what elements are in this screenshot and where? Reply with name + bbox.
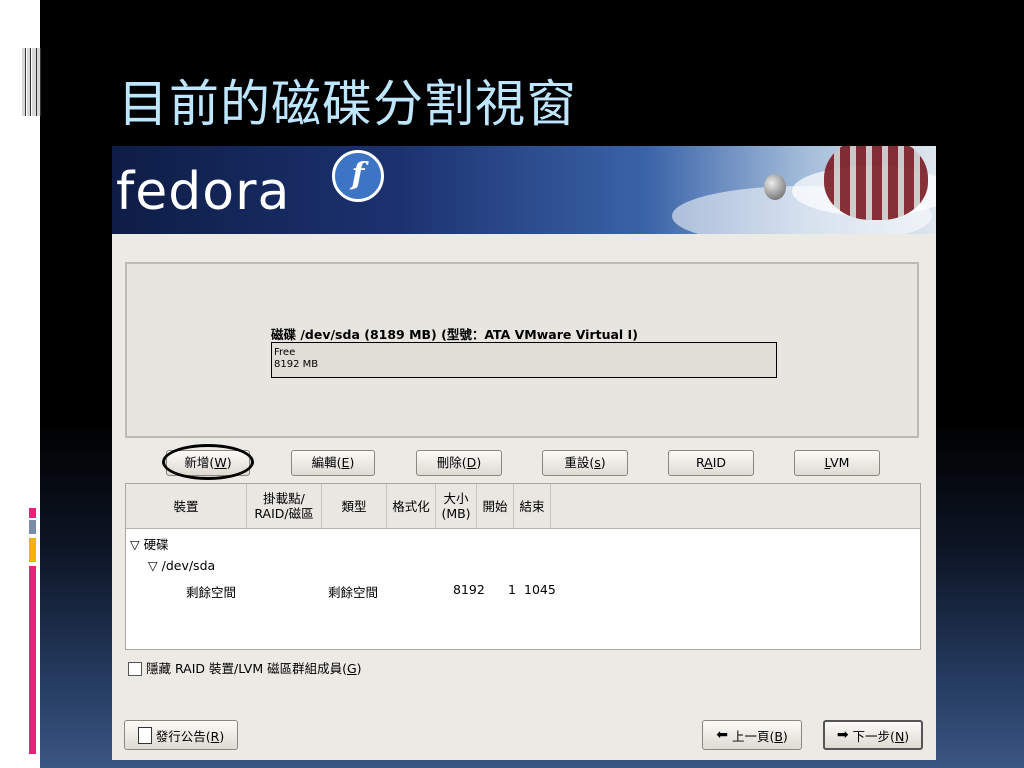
arrow-left-icon: ⬅ bbox=[716, 727, 728, 743]
header-type[interactable]: 類型 bbox=[322, 484, 387, 528]
reset-button[interactable]: 重設(s) bbox=[542, 450, 628, 476]
segment-name: Free bbox=[274, 347, 296, 358]
expander-icon[interactable]: ▽ bbox=[130, 537, 140, 552]
balloon-icon bbox=[764, 174, 786, 200]
disk-free-segment[interactable]: Free 8192 MB bbox=[271, 342, 777, 378]
accent-bar bbox=[29, 520, 36, 534]
release-notes-button[interactable]: 發行公告(R) bbox=[124, 720, 238, 750]
disk-graph-panel: 磁碟 /dev/sda (8189 MB) (型號：ATA VMware Vir… bbox=[125, 262, 919, 438]
back-button[interactable]: ⬅ 上一頁(B) bbox=[702, 720, 802, 750]
expander-icon[interactable]: ▽ bbox=[148, 558, 158, 573]
tree-row-root[interactable]: ▽ 硬碟 bbox=[130, 534, 169, 553]
fedora-badge-icon: f bbox=[332, 150, 384, 202]
tree-row-device[interactable]: ▽ /dev/sda bbox=[148, 558, 215, 573]
header-start[interactable]: 開始 bbox=[477, 484, 514, 528]
hot-air-balloon-icon bbox=[824, 146, 928, 220]
hide-raid-checkbox[interactable] bbox=[128, 662, 142, 676]
table-row[interactable]: 剩餘空間 剩餘空間 8192 1 1045 bbox=[126, 582, 920, 602]
delete-button[interactable]: 刪除(D) bbox=[416, 450, 502, 476]
disk-label: 磁碟 /dev/sda (8189 MB) (型號：ATA VMware Vir… bbox=[271, 327, 638, 342]
slide-title: 目前的磁碟分割視窗 bbox=[118, 75, 577, 133]
installer-screenshot: fedora f 磁碟 /dev/sda (8189 MB) (型號：ATA V… bbox=[112, 146, 936, 760]
accent-bar bbox=[29, 508, 36, 518]
edit-button[interactable]: 編輯(E) bbox=[291, 450, 375, 476]
raid-button[interactable]: RAID bbox=[668, 450, 754, 476]
hide-raid-label: 隱藏 RAID 裝置/LVM 磁區群組成員(G) bbox=[146, 661, 362, 676]
slide-decoration-bars bbox=[22, 48, 41, 116]
accent-bar bbox=[29, 566, 36, 754]
header-end[interactable]: 結束 bbox=[514, 484, 551, 528]
document-icon bbox=[137, 726, 152, 744]
header-device[interactable]: 裝置 bbox=[126, 484, 247, 528]
new-button[interactable]: 新增(W) bbox=[166, 450, 250, 476]
arrow-right-icon: ➡ bbox=[836, 727, 849, 743]
header-format[interactable]: 格式化 bbox=[387, 484, 436, 528]
table-header: 裝置 掛載點/ RAID/磁區 類型 格式化 大小 (MB) 開始 結束 bbox=[126, 484, 920, 529]
next-button[interactable]: ➡ 下一步(N) bbox=[823, 720, 923, 750]
partition-table: 裝置 掛載點/ RAID/磁區 類型 格式化 大小 (MB) 開始 結束 ▽ 硬… bbox=[125, 483, 921, 650]
segment-size: 8192 MB bbox=[274, 359, 319, 370]
header-size[interactable]: 大小 (MB) bbox=[436, 484, 477, 528]
accent-bar bbox=[29, 538, 36, 562]
lvm-button[interactable]: LVM bbox=[794, 450, 880, 476]
header-mount[interactable]: 掛載點/ RAID/磁區 bbox=[247, 484, 322, 528]
fedora-banner: fedora f bbox=[112, 146, 936, 234]
fedora-logo: fedora bbox=[116, 162, 291, 222]
